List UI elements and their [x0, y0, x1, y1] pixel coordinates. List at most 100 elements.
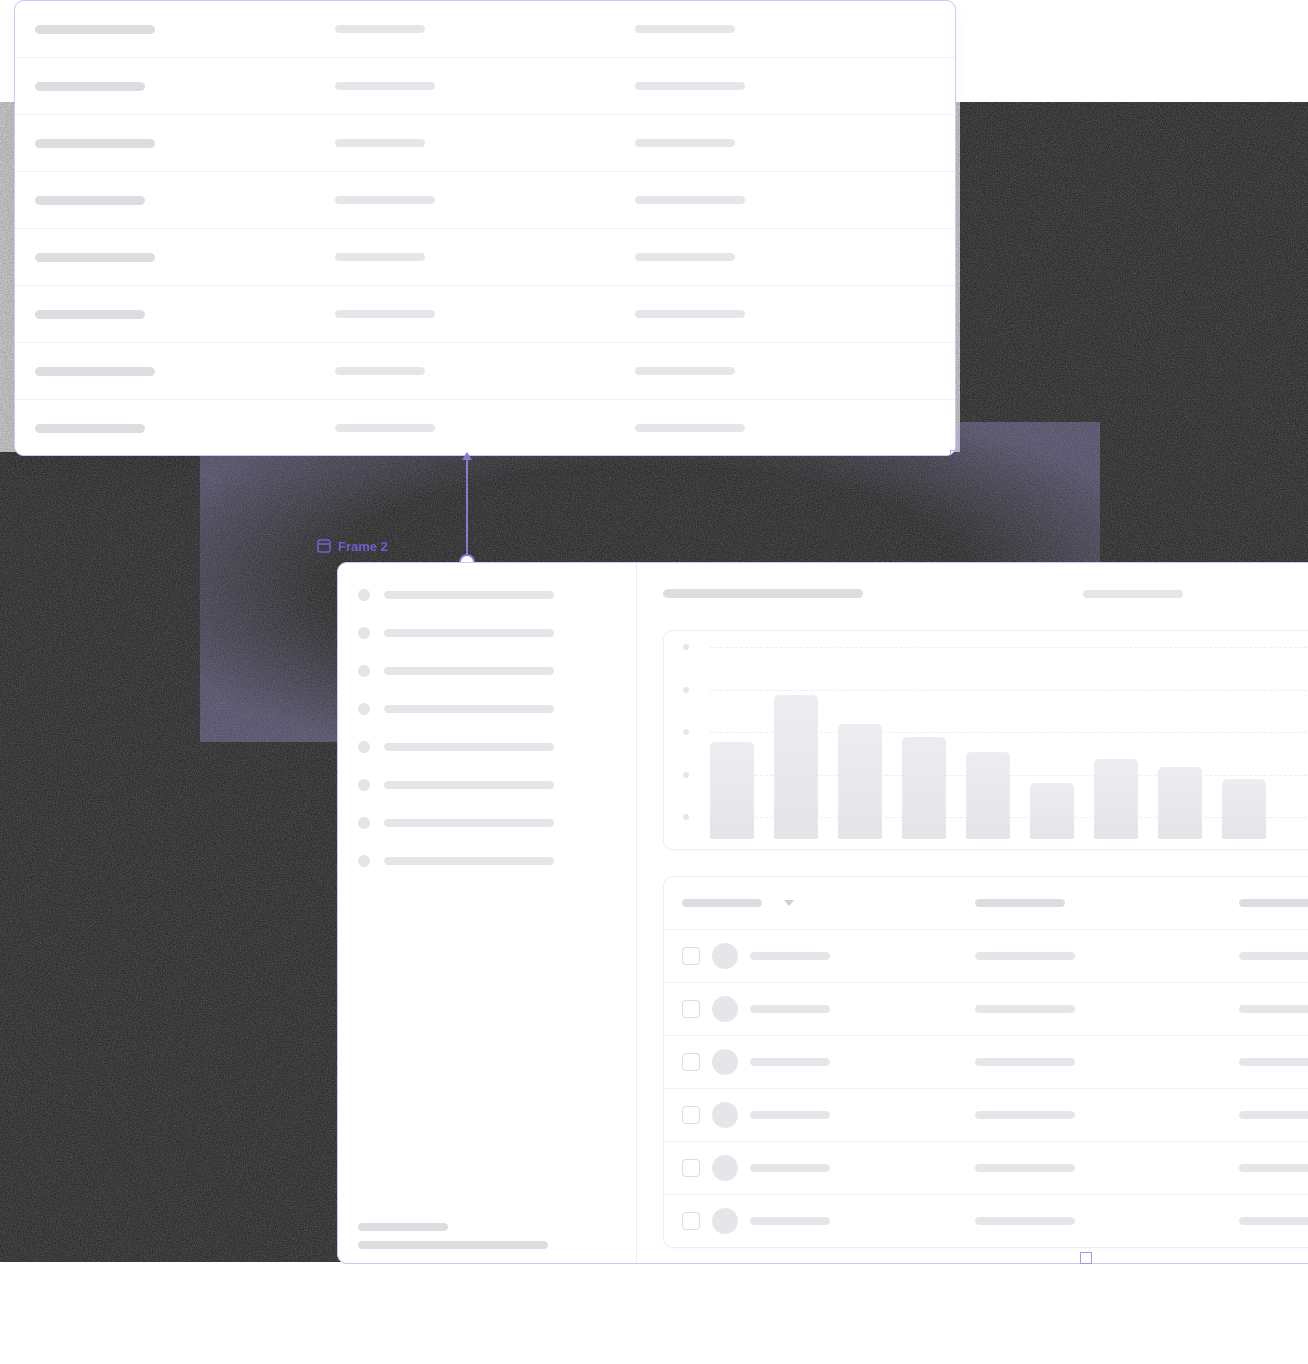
cell	[35, 25, 335, 34]
resize-handle[interactable]	[1080, 1252, 1092, 1264]
placeholder-text	[384, 857, 554, 865]
sidebar-item[interactable]	[358, 741, 616, 753]
table-row	[15, 343, 955, 400]
placeholder-text	[35, 82, 145, 91]
bullet-icon	[358, 665, 370, 677]
placeholder-text	[35, 25, 155, 34]
main-content	[637, 563, 1308, 1263]
placeholder-text	[335, 367, 425, 375]
list-item[interactable]	[664, 1036, 1308, 1089]
table-row	[15, 58, 955, 115]
avatar	[712, 996, 738, 1022]
placeholder-text	[975, 1005, 1075, 1013]
placeholder-text	[1239, 1217, 1308, 1225]
bullet-icon	[358, 703, 370, 715]
cell	[335, 25, 635, 33]
placeholder-text	[750, 1164, 830, 1172]
checkbox[interactable]	[682, 1106, 700, 1124]
placeholder-text	[35, 196, 145, 205]
chart-y-tick	[683, 729, 689, 735]
list-header	[664, 877, 1308, 930]
avatar	[712, 1155, 738, 1181]
column-header[interactable]	[975, 899, 1239, 907]
list-item[interactable]	[664, 1195, 1308, 1247]
cell	[635, 25, 935, 33]
bullet-icon	[358, 817, 370, 829]
avatar	[712, 1049, 738, 1075]
placeholder-text	[35, 310, 145, 319]
list-item[interactable]	[664, 983, 1308, 1036]
table-row	[15, 115, 955, 172]
placeholder-text	[1239, 1164, 1308, 1172]
placeholder-text	[335, 196, 435, 204]
checkbox[interactable]	[682, 1159, 700, 1177]
placeholder-text	[384, 667, 554, 675]
sidebar-item[interactable]	[358, 703, 616, 715]
placeholder-text	[35, 253, 155, 262]
placeholder-text	[384, 781, 554, 789]
placeholder-text	[35, 139, 155, 148]
bullet-icon	[358, 627, 370, 639]
table-row	[15, 400, 955, 456]
guide-line	[466, 460, 468, 558]
checkbox[interactable]	[682, 1053, 700, 1071]
list-item[interactable]	[664, 930, 1308, 983]
placeholder-text	[750, 1111, 830, 1119]
placeholder-text	[1239, 952, 1308, 960]
avatar	[712, 1208, 738, 1234]
sidebar-item[interactable]	[358, 665, 616, 677]
placeholder-text	[635, 424, 745, 432]
chart-bar	[774, 695, 818, 839]
avatar	[712, 943, 738, 969]
sidebar-item[interactable]	[358, 779, 616, 791]
chart-gridline	[710, 690, 1308, 691]
placeholder-text	[1239, 1058, 1308, 1066]
bullet-icon	[358, 855, 370, 867]
sidebar-item[interactable]	[358, 855, 616, 867]
placeholder-text	[1239, 1005, 1308, 1013]
placeholder-text	[635, 367, 735, 375]
chart-bar	[838, 724, 882, 839]
list-item[interactable]	[664, 1089, 1308, 1142]
sidebar-item[interactable]	[358, 589, 616, 601]
sidebar-item[interactable]	[358, 817, 616, 829]
checkbox[interactable]	[682, 1000, 700, 1018]
frame-1[interactable]	[14, 0, 956, 456]
chevron-down-icon	[784, 900, 794, 906]
checkbox[interactable]	[682, 1212, 700, 1230]
sidebar-item[interactable]	[358, 627, 616, 639]
chart-bar	[1222, 779, 1266, 839]
page-subtitle	[1083, 590, 1183, 598]
placeholder-text	[384, 819, 554, 827]
placeholder-text	[384, 705, 554, 713]
chart-gridline	[710, 647, 1308, 648]
chart-bar	[1158, 767, 1202, 840]
chart-y-tick	[683, 814, 689, 820]
checkbox[interactable]	[682, 947, 700, 965]
bullet-icon	[358, 589, 370, 601]
spacing-guide	[466, 456, 468, 562]
sidebar-footer	[358, 1223, 616, 1249]
column-header[interactable]	[1239, 899, 1308, 907]
frame-label[interactable]: Frame 2	[316, 538, 388, 554]
placeholder-text	[35, 424, 145, 433]
sidebar	[338, 563, 637, 1263]
placeholder-text	[384, 743, 554, 751]
placeholder-text	[335, 310, 435, 318]
placeholder-text	[1239, 899, 1308, 907]
placeholder-text	[635, 82, 745, 90]
placeholder-text	[975, 1058, 1075, 1066]
list-item[interactable]	[664, 1142, 1308, 1195]
placeholder-text	[35, 367, 155, 376]
bullet-icon	[358, 779, 370, 791]
placeholder-text	[635, 139, 735, 147]
table-row	[15, 172, 955, 229]
placeholder-text	[975, 952, 1075, 960]
placeholder-text	[358, 1223, 448, 1231]
chart-bar	[1030, 783, 1074, 839]
frame-2[interactable]	[337, 562, 1308, 1264]
column-header[interactable]	[682, 899, 975, 907]
placeholder-text	[635, 310, 745, 318]
placeholder-text	[635, 196, 745, 204]
placeholder-text	[750, 1058, 830, 1066]
